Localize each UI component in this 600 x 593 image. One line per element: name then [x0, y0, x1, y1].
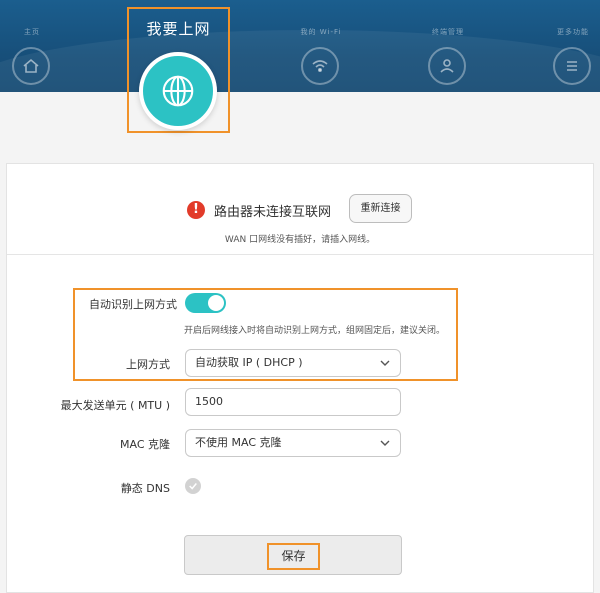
- menu-icon: [553, 47, 591, 85]
- chevron-down-icon: [380, 440, 390, 446]
- warning-icon: !: [187, 201, 205, 219]
- nav-label-wifi: 我的 Wi-Fi: [300, 28, 342, 36]
- nav-item-wifi[interactable]: 我的 Wi-Fi: [281, 0, 361, 92]
- home-icon: [12, 47, 50, 85]
- mtu-input[interactable]: 1500: [185, 388, 401, 416]
- nav-label-devices: 终端管理: [432, 28, 464, 36]
- divider: [7, 254, 593, 255]
- globe-icon: [139, 52, 217, 130]
- mac-clone-select[interactable]: 不使用 MAC 克隆: [185, 429, 401, 457]
- static-dns-label: 静态 DNS: [120, 482, 170, 495]
- status-sub-message: WAN 口网线没有插好，请插入网线。: [224, 235, 376, 245]
- mac-clone-value: 不使用 MAC 克隆: [195, 436, 282, 449]
- nav-item-more[interactable]: 更多功能: [533, 0, 600, 92]
- check-icon: [189, 483, 197, 490]
- user-icon: [428, 47, 466, 85]
- nav-item-home[interactable]: 主页: [0, 0, 72, 92]
- wifi-icon: [301, 47, 339, 85]
- connection-status: ! 路由器未连接互联网 重新连接: [7, 194, 593, 224]
- mtu-label: 最大发送单元 ( MTU ): [60, 399, 170, 412]
- highlight-box: [73, 288, 458, 381]
- nav-label-more: 更多功能: [557, 28, 589, 36]
- nav-label-internet: 我要上网: [146, 20, 211, 38]
- top-nav-bar: 主页 我的 Wi-Fi 终端管理 更多功能: [0, 0, 600, 92]
- save-button-label[interactable]: 保存: [267, 543, 320, 570]
- nav-label-home: 主页: [24, 28, 40, 36]
- reconnect-button[interactable]: 重新连接: [349, 194, 412, 223]
- status-message: 路由器未连接互联网: [214, 205, 332, 220]
- mac-clone-label: MAC 克隆: [120, 438, 170, 451]
- nav-item-internet-active[interactable]: 我要上网: [127, 7, 230, 133]
- nav-item-devices[interactable]: 终端管理: [408, 0, 488, 92]
- static-dns-checkbox[interactable]: [185, 478, 201, 494]
